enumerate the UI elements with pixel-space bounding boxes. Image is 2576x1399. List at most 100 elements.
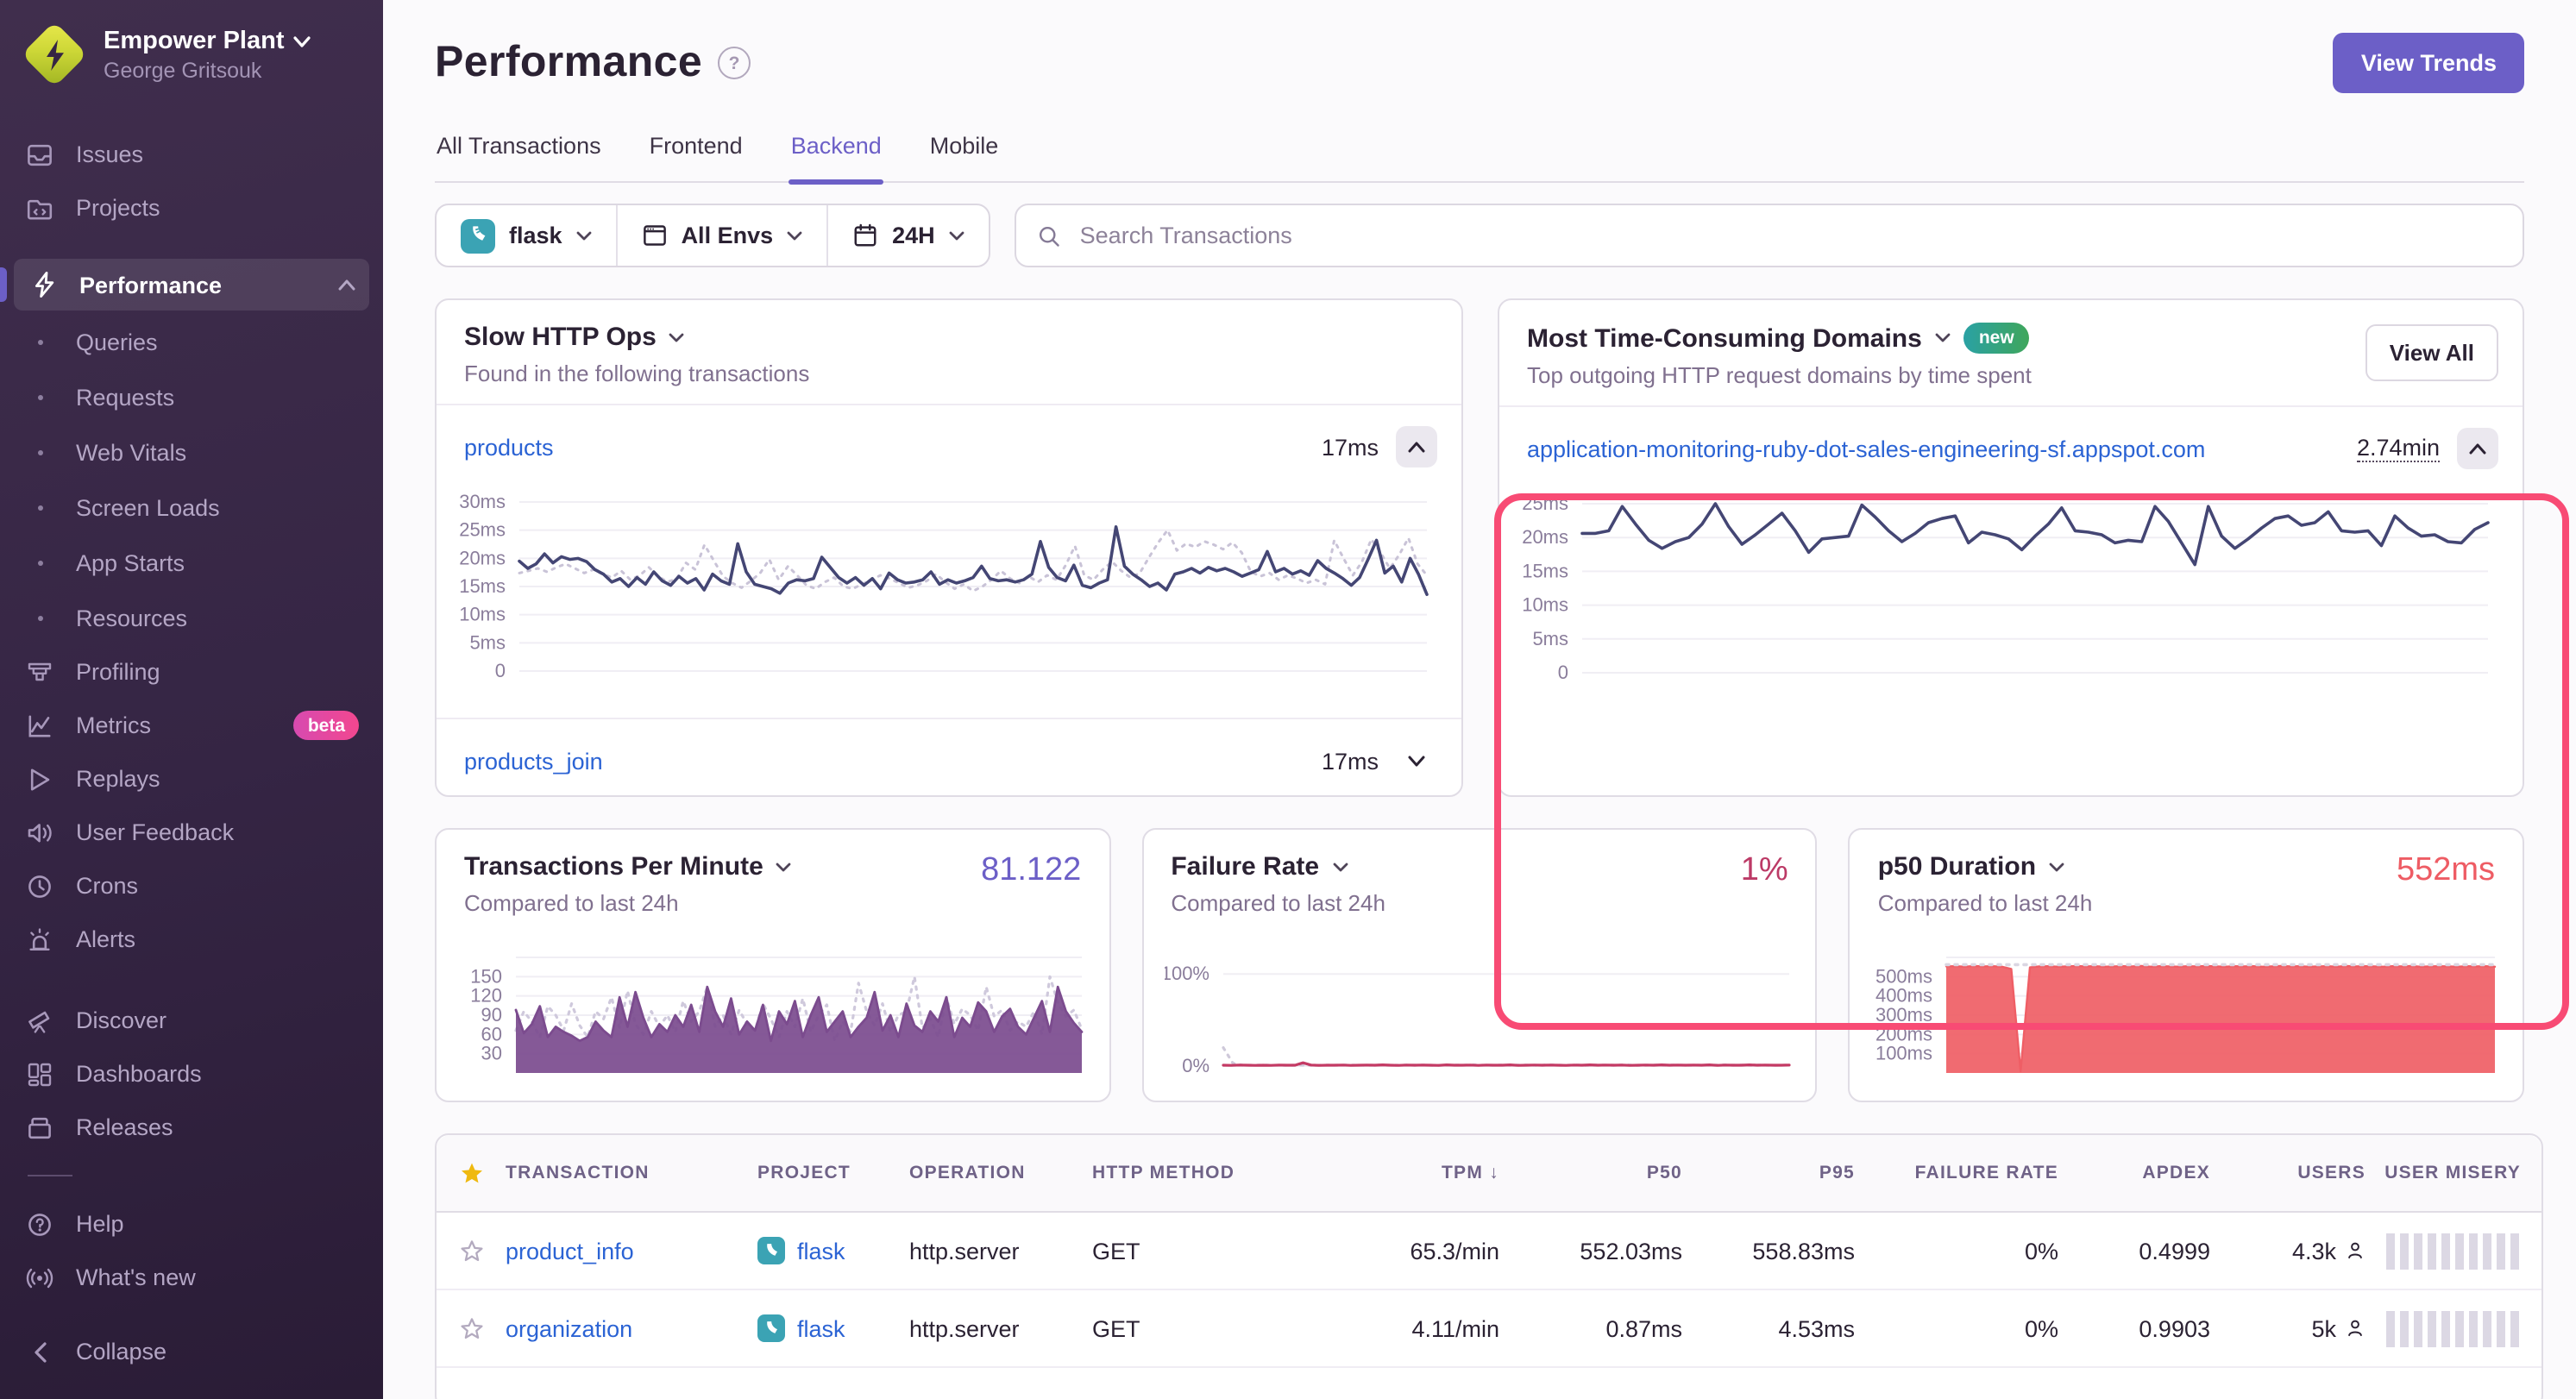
transaction-link[interactable]: organization bbox=[506, 1315, 632, 1341]
telescope-icon bbox=[24, 1007, 55, 1034]
sidebar-item-help[interactable]: Help bbox=[0, 1197, 383, 1251]
slow-http-ops-card: Slow HTTP Ops Found in the following tra… bbox=[435, 298, 1463, 797]
svg-text:30ms: 30ms bbox=[459, 491, 506, 512]
col-users[interactable]: USERS bbox=[2297, 1163, 2372, 1183]
tab-backend[interactable]: Backend bbox=[789, 133, 883, 181]
sidebar-item-issues[interactable]: Issues bbox=[0, 128, 383, 181]
expand-products-join-button[interactable] bbox=[1396, 740, 1437, 781]
sidebar-item-web-vitals[interactable]: Web Vitals bbox=[0, 424, 383, 480]
svg-text:10ms: 10ms bbox=[459, 604, 506, 625]
date-range-filter[interactable]: 24H bbox=[826, 205, 989, 266]
chevron-up-icon bbox=[338, 279, 355, 291]
sidebar-divider bbox=[28, 1175, 72, 1176]
tab-mobile[interactable]: Mobile bbox=[928, 133, 1001, 181]
collapse-products-button[interactable] bbox=[1396, 426, 1437, 467]
sidebar-item-profiling[interactable]: Profiling bbox=[0, 645, 383, 699]
siren-icon bbox=[24, 925, 55, 953]
sidebar-collapse-button[interactable]: Collapse bbox=[0, 1325, 383, 1378]
domains-title[interactable]: Most Time-Consuming Domains bbox=[1527, 323, 1922, 353]
environment-icon bbox=[642, 223, 668, 248]
search-input[interactable] bbox=[1077, 221, 2502, 250]
svg-text:15ms: 15ms bbox=[459, 575, 506, 597]
chevron-down-icon bbox=[1331, 862, 1348, 872]
sidebar-item-projects[interactable]: Projects bbox=[0, 181, 383, 235]
svg-text:0%: 0% bbox=[1182, 1055, 1209, 1076]
sidebar-item-whats-new[interactable]: What's new bbox=[0, 1251, 383, 1304]
tab-frontend[interactable]: Frontend bbox=[648, 133, 745, 181]
table-row: organization flask http.server GET 4.11/… bbox=[437, 1290, 2541, 1368]
project-cell[interactable]: flask bbox=[757, 1314, 909, 1342]
operation-cell: http.server bbox=[909, 1238, 1092, 1264]
slow-http-ops-chart: 30ms25ms20ms15ms10ms5ms0 bbox=[443, 488, 1444, 718]
tpm-card: Transactions Per Minute Compared to last… bbox=[435, 828, 1110, 1102]
chevron-down-icon bbox=[776, 862, 793, 872]
bullet-icon bbox=[24, 394, 55, 399]
col-failure-rate[interactable]: FAILURE RATE bbox=[1915, 1163, 2065, 1183]
project-filter[interactable]: flask bbox=[437, 205, 616, 266]
tab-all-transactions[interactable]: All Transactions bbox=[435, 133, 603, 181]
chevron-down-icon bbox=[1934, 333, 1951, 343]
col-apdex[interactable]: APDEX bbox=[2142, 1163, 2217, 1183]
svg-text:15ms: 15ms bbox=[1522, 560, 1568, 581]
slow-http-ops-title[interactable]: Slow HTTP Ops bbox=[464, 323, 657, 352]
view-all-button[interactable]: View All bbox=[2366, 324, 2498, 381]
products-join-link[interactable]: products_join bbox=[464, 748, 603, 774]
failure-rate-title[interactable]: Failure Rate bbox=[1171, 852, 1319, 881]
col-http-method[interactable]: HTTP METHOD bbox=[1092, 1163, 1313, 1183]
bullet-icon bbox=[24, 449, 55, 455]
svg-text:300ms: 300ms bbox=[1876, 1004, 1933, 1026]
calendar-icon bbox=[852, 223, 878, 248]
search-box bbox=[1015, 204, 2524, 267]
sidebar-item-alerts[interactable]: Alerts bbox=[0, 913, 383, 966]
star-header-icon[interactable] bbox=[458, 1160, 484, 1186]
collapse-domain-button[interactable] bbox=[2457, 428, 2498, 469]
svg-text:20ms: 20ms bbox=[459, 547, 506, 568]
domain-time-spent[interactable]: 2.74min bbox=[2357, 435, 2440, 462]
col-project[interactable]: PROJECT bbox=[757, 1163, 909, 1183]
sidebar-item-crons[interactable]: Crons bbox=[0, 859, 383, 913]
col-operation[interactable]: OPERATION bbox=[909, 1163, 1092, 1183]
lightning-icon bbox=[40, 38, 71, 72]
col-p50[interactable]: P50 bbox=[1647, 1163, 1689, 1183]
sidebar-item-performance[interactable]: Performance bbox=[14, 259, 369, 311]
col-tpm-sorted[interactable]: TPM ↓ bbox=[1442, 1163, 1506, 1183]
sidebar-item-user-feedback[interactable]: User Feedback bbox=[0, 806, 383, 859]
tpm-title[interactable]: Transactions Per Minute bbox=[464, 852, 763, 881]
bullet-icon bbox=[24, 339, 55, 344]
chevron-down-icon bbox=[576, 230, 592, 241]
sidebar-item-app-starts[interactable]: App Starts bbox=[0, 535, 383, 590]
metrics-icon bbox=[24, 712, 55, 739]
view-trends-button[interactable]: View Trends bbox=[2334, 33, 2524, 93]
col-transaction[interactable]: TRANSACTION bbox=[506, 1163, 757, 1183]
transaction-link[interactable]: product_info bbox=[506, 1238, 634, 1264]
col-user-misery[interactable]: USER MISERY bbox=[2384, 1163, 2543, 1183]
products-link[interactable]: products bbox=[464, 434, 554, 460]
star-toggle[interactable] bbox=[458, 1238, 484, 1264]
sidebar-item-queries[interactable]: Queries bbox=[0, 314, 383, 369]
sidebar-item-releases[interactable]: Releases bbox=[0, 1101, 383, 1154]
p50-title[interactable]: p50 Duration bbox=[1878, 852, 2036, 881]
col-p95[interactable]: P95 bbox=[1819, 1163, 1862, 1183]
transaction-row-products: products 17ms bbox=[437, 404, 1461, 488]
sidebar-item-resources[interactable]: Resources bbox=[0, 590, 383, 645]
svg-text:100ms: 100ms bbox=[1876, 1043, 1933, 1064]
help-tooltip-icon[interactable]: ? bbox=[718, 47, 751, 79]
p95-cell: 558.83ms bbox=[1752, 1238, 1862, 1264]
domain-link[interactable]: application-monitoring-ruby-dot-sales-en… bbox=[1527, 436, 2205, 461]
users-cell: 5k bbox=[2311, 1315, 2372, 1341]
sidebar-item-metrics[interactable]: Metrics beta bbox=[0, 699, 383, 752]
transaction-row-products-join: products_join 17ms bbox=[437, 718, 1461, 802]
org-switcher[interactable]: Empower Plant George Gritsouk bbox=[0, 21, 383, 86]
environment-filter[interactable]: All Envs bbox=[616, 205, 827, 266]
p50-duration-card: p50 Duration Compared to last 24h 552ms … bbox=[1849, 828, 2524, 1102]
svg-text:120: 120 bbox=[470, 985, 502, 1007]
star-toggle[interactable] bbox=[458, 1315, 484, 1341]
sidebar-item-requests[interactable]: Requests bbox=[0, 369, 383, 424]
chevron-down-icon bbox=[2048, 862, 2065, 872]
sidebar-item-screen-loads[interactable]: Screen Loads bbox=[0, 480, 383, 535]
sidebar-item-discover[interactable]: Discover bbox=[0, 994, 383, 1047]
project-cell[interactable]: flask bbox=[757, 1237, 909, 1264]
sort-desc-arrow-icon: ↓ bbox=[1489, 1163, 1499, 1183]
sidebar-item-dashboards[interactable]: Dashboards bbox=[0, 1047, 383, 1101]
sidebar-item-replays[interactable]: Replays bbox=[0, 752, 383, 806]
